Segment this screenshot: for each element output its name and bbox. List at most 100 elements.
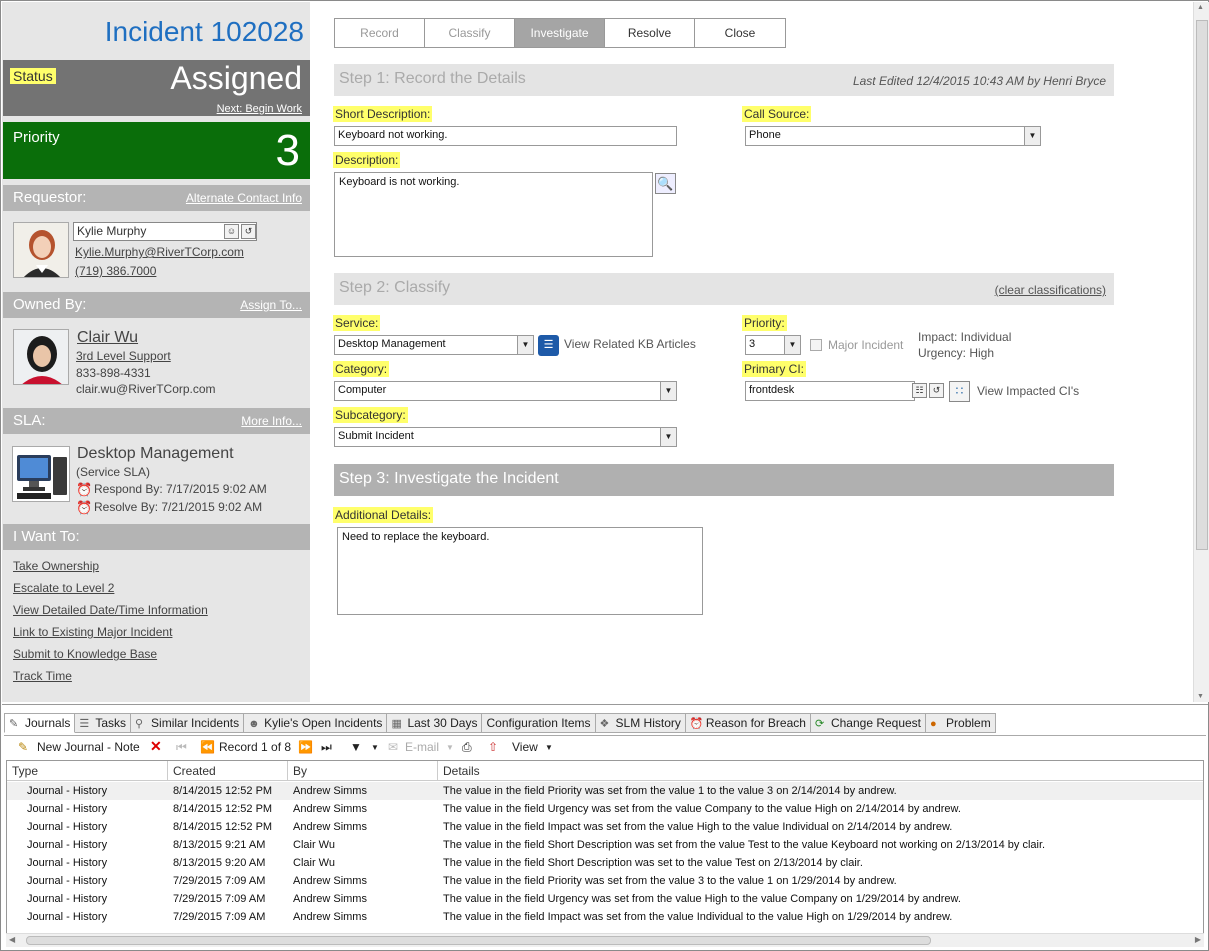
- tab-close[interactable]: Close: [695, 19, 785, 47]
- tab-open-incidents[interactable]: ☻ Kylie's Open Incidents: [244, 713, 388, 733]
- scroll-left-icon[interactable]: ◀: [9, 935, 15, 944]
- requestor-lookup-icon[interactable]: ☺: [224, 224, 239, 239]
- print-icon[interactable]: ⎙: [462, 740, 472, 755]
- new-journal-button[interactable]: New Journal - Note: [37, 740, 140, 754]
- requestor-phone-link[interactable]: (719) 386.7000: [75, 264, 156, 278]
- col-divider[interactable]: [287, 761, 288, 781]
- export-icon[interactable]: ⇧: [488, 740, 498, 754]
- first-record-icon[interactable]: ⏮: [176, 740, 187, 755]
- call-source-select[interactable]: Phone ▼: [745, 126, 1041, 146]
- tab-similar-incidents[interactable]: ⚲ Similar Incidents: [131, 713, 245, 733]
- table-row[interactable]: Journal - History 8/13/2015 9:20 AM Clair …: [7, 854, 1203, 872]
- tab-slm-history[interactable]: ❖ SLM History: [595, 713, 686, 733]
- tab-investigate[interactable]: Investigate: [515, 19, 605, 47]
- chevron-down-icon[interactable]: ▼: [1024, 127, 1040, 145]
- requestor-refresh-icon[interactable]: ↺: [241, 224, 256, 239]
- submit-kb-link[interactable]: Submit to Knowledge Base: [13, 647, 157, 661]
- last-record-icon[interactable]: ⏭: [321, 740, 332, 755]
- tab-tasks[interactable]: ☰ Tasks: [75, 713, 132, 733]
- scroll-thumb[interactable]: [1196, 20, 1208, 550]
- next-begin-work-link[interactable]: Next: Begin Work: [217, 103, 302, 115]
- delete-icon[interactable]: ✕: [150, 738, 162, 755]
- col-by[interactable]: By: [293, 764, 307, 778]
- vertical-scrollbar[interactable]: ▲ ▼: [1193, 2, 1209, 702]
- chevron-down-icon[interactable]: ▼: [660, 382, 676, 400]
- next-record-icon[interactable]: ⏩: [298, 740, 313, 754]
- additional-details-textarea[interactable]: Need to replace the keyboard.: [337, 527, 703, 615]
- scroll-up-icon[interactable]: ▲: [1197, 4, 1204, 11]
- zoom-icon[interactable]: 🔍: [655, 173, 676, 194]
- tab-classify[interactable]: Classify: [425, 19, 515, 47]
- col-details[interactable]: Details: [443, 764, 480, 778]
- view-datetime-link[interactable]: View Detailed Date/Time Information: [13, 603, 208, 617]
- previous-record-icon[interactable]: ⏪: [200, 740, 215, 754]
- chevron-down-icon[interactable]: ▼: [545, 743, 553, 752]
- scroll-right-icon[interactable]: ▶: [1195, 935, 1201, 944]
- tab-journals[interactable]: ✎ Journals: [4, 713, 76, 733]
- short-description-input[interactable]: Keyboard not working.: [334, 126, 677, 146]
- chevron-down-icon[interactable]: ▼: [517, 336, 533, 354]
- priority-select[interactable]: 3 ▼: [745, 335, 801, 355]
- tab-change-request[interactable]: ⟳ Change Request: [810, 713, 927, 733]
- email-button[interactable]: E-mail: [405, 740, 439, 754]
- assign-to-link[interactable]: Assign To...: [240, 298, 302, 312]
- tab-label: Reason for Breach: [705, 716, 806, 730]
- take-ownership-link[interactable]: Take Ownership: [13, 559, 99, 573]
- tab-configuration-items[interactable]: Configuration Items: [482, 713, 596, 733]
- clear-classifications-link[interactable]: (clear classifications): [995, 283, 1106, 297]
- alternate-contact-link[interactable]: Alternate Contact Info: [186, 191, 302, 205]
- step2-header: Step 2: Classify (clear classifications): [334, 273, 1114, 305]
- table-row[interactable]: Journal - History 8/13/2015 9:21 AM Clair …: [7, 836, 1203, 854]
- tab-label: Kylie's Open Incidents: [264, 716, 383, 730]
- chevron-down-icon[interactable]: ▼: [371, 743, 379, 752]
- new-journal-icon[interactable]: ✎: [18, 740, 28, 754]
- sla-more-info-link[interactable]: More Info...: [241, 414, 302, 428]
- table-row[interactable]: Journal - History 7/29/2015 7:09 AM Andrew…: [7, 872, 1203, 890]
- major-incident-checkbox[interactable]: [810, 339, 822, 351]
- chevron-down-icon[interactable]: ▼: [660, 428, 676, 446]
- requestor-email-link[interactable]: Kylie.Murphy@RiverTCorp.com: [75, 245, 244, 259]
- table-row[interactable]: Journal - History 8/14/2015 12:52 PM Andre…: [7, 800, 1203, 818]
- priority-field-label: Priority:: [742, 315, 787, 331]
- col-created[interactable]: Created: [173, 764, 216, 778]
- iwant-heading: I Want To:: [13, 528, 80, 545]
- col-divider[interactable]: [167, 761, 168, 781]
- tab-last-30-days[interactable]: ▦ Last 30 Days: [387, 713, 483, 733]
- filter-icon[interactable]: ▼: [350, 740, 362, 754]
- col-type[interactable]: Type: [12, 764, 38, 778]
- chevron-down-icon[interactable]: ▼: [784, 336, 800, 354]
- horizontal-scrollbar[interactable]: ◀ ▶: [6, 933, 1204, 947]
- ci-refresh-icon[interactable]: ↺: [929, 383, 944, 398]
- table-row[interactable]: Journal - History 7/29/2015 7:09 AM Andrew…: [7, 908, 1203, 926]
- col-divider[interactable]: [437, 761, 438, 781]
- table-row[interactable]: Journal - History 8/14/2015 12:52 PM Andre…: [7, 782, 1203, 800]
- tab-problem[interactable]: ● Problem: [926, 713, 996, 733]
- ci-lookup-icon[interactable]: ☷: [912, 383, 927, 398]
- escalate-link[interactable]: Escalate to Level 2: [13, 581, 114, 595]
- owner-group-link[interactable]: 3rd Level Support: [76, 349, 171, 363]
- details-cell: The value in the field Short Description…: [443, 839, 1046, 851]
- tab-resolve[interactable]: Resolve: [605, 19, 695, 47]
- view-kb-link[interactable]: View Related KB Articles: [564, 337, 696, 351]
- service-select[interactable]: Desktop Management ▼: [334, 335, 534, 355]
- table-row[interactable]: Journal - History 7/29/2015 7:09 AM Andrew…: [7, 890, 1203, 908]
- tab-reason-for-breach[interactable]: ⏰ Reason for Breach: [685, 713, 811, 733]
- view-impacted-ci-link[interactable]: View Impacted CI's: [977, 384, 1079, 398]
- tab-record[interactable]: Record: [335, 19, 425, 47]
- kb-book-icon[interactable]: ☰: [538, 335, 559, 356]
- owner-name-link[interactable]: Clair Wu: [77, 329, 138, 347]
- view-menu-button[interactable]: View: [512, 740, 538, 754]
- link-major-incident-link[interactable]: Link to Existing Major Incident: [13, 625, 172, 639]
- table-row[interactable]: Journal - History 8/14/2015 12:52 PM Andre…: [7, 818, 1203, 836]
- email-icon[interactable]: ✉: [388, 740, 398, 754]
- primary-ci-input[interactable]: frontdesk: [745, 381, 915, 401]
- category-select[interactable]: Computer ▼: [334, 381, 677, 401]
- subcategory-select[interactable]: Submit Incident ▼: [334, 427, 677, 447]
- description-textarea[interactable]: Keyboard is not working.: [334, 172, 653, 257]
- chevron-down-icon[interactable]: ▼: [446, 743, 454, 752]
- scroll-thumb[interactable]: [26, 936, 931, 945]
- impacted-ci-icon[interactable]: ∷: [949, 381, 970, 402]
- by-cell: Clair Wu: [293, 857, 335, 869]
- scroll-down-icon[interactable]: ▼: [1197, 693, 1204, 700]
- track-time-link[interactable]: Track Time: [13, 669, 72, 683]
